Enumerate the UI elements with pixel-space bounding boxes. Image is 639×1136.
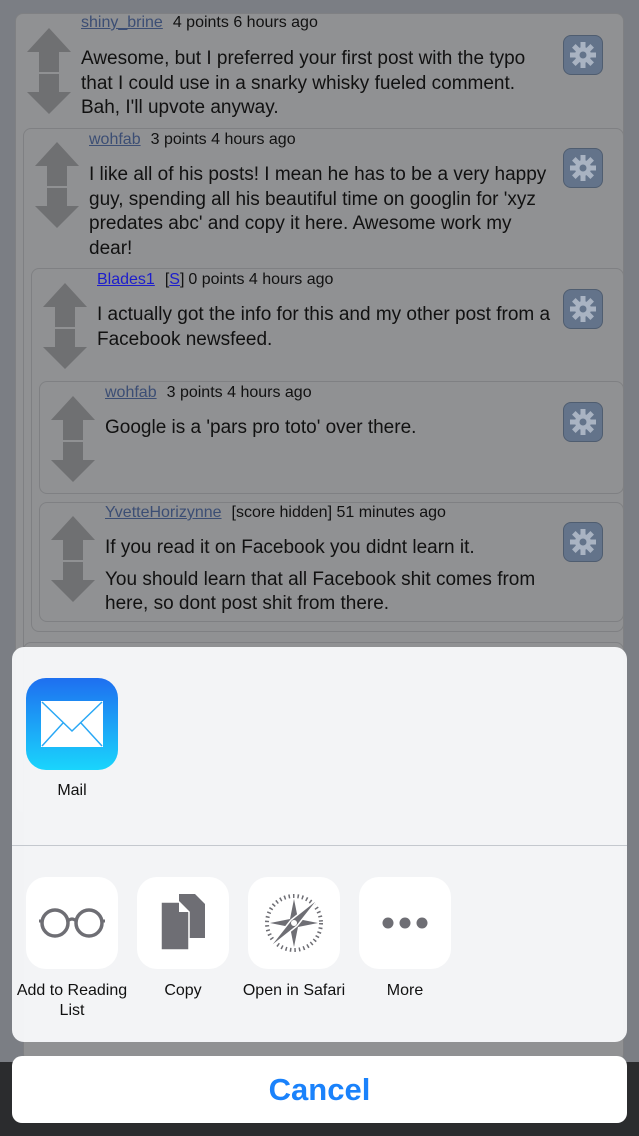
comment-meta: YvetteHorizynne [score hidden] 51 minutes…: [105, 504, 446, 522]
submitter-tag: [S]: [164, 271, 185, 288]
comment-options-gear-icon[interactable]: [563, 402, 603, 442]
action-label: More: [386, 982, 424, 999]
comment-score: 0 points: [188, 271, 245, 288]
comment-score: 3 points: [166, 384, 223, 401]
comment-meta: Blades1 [S] 0 points 4 hours ago: [97, 271, 333, 289]
comment-body: I like all of his posts! I mean he has t…: [89, 163, 555, 261]
comment-meta: wohfab 3 points 4 hours ago: [105, 384, 312, 402]
comment-time: 4 hours ago: [248, 271, 334, 288]
comment-meta: wohfab 3 points 4 hours ago: [89, 131, 296, 149]
more-icon: [382, 917, 428, 929]
action-open-in-safari[interactable]: [248, 877, 340, 969]
vote-arrows-icon[interactable]: [51, 516, 95, 602]
vote-arrows-icon[interactable]: [27, 28, 71, 114]
action-add-to-reading-list[interactable]: [26, 877, 118, 969]
comment-time: 4 hours ago: [227, 384, 312, 401]
compass-icon: [265, 894, 323, 952]
comment-time: 6 hours ago: [233, 14, 318, 31]
comment-body: I actually got the info for this and my …: [97, 303, 555, 352]
action-label: Open in Safari: [242, 982, 346, 999]
comment-body: If you read it on Facebook you didnt lea…: [105, 536, 555, 617]
glasses-icon: [39, 908, 105, 938]
comment-paragraph: I actually got the info for this and my …: [97, 304, 551, 350]
action-more[interactable]: [359, 877, 451, 969]
comment-time: 4 hours ago: [211, 131, 296, 148]
comment-options-gear-icon[interactable]: [563, 148, 603, 188]
comment-author-link[interactable]: wohfab: [89, 131, 141, 148]
share-app-mail-label: Mail: [57, 782, 87, 799]
comment-options-gear-icon[interactable]: [563, 289, 603, 329]
share-sheet: Mail Add to Reading List Copy Open in Sa…: [12, 647, 627, 1042]
comment-options-gear-icon[interactable]: [563, 522, 603, 562]
comment-body: Awesome, but I preferred your first post…: [81, 47, 555, 121]
comment-meta: shiny_brine 4 points 6 hours ago: [81, 14, 318, 32]
mail-icon: [41, 701, 103, 747]
comment-author-link[interactable]: wohfab: [105, 384, 157, 401]
comment-time: 51 minutes ago: [336, 504, 446, 521]
vote-arrows-icon[interactable]: [35, 142, 79, 228]
action-label: Add to Reading List: [16, 982, 128, 1019]
comment-body: Google is a 'pars pro toto' over there.: [105, 416, 555, 441]
action-copy[interactable]: [137, 877, 229, 969]
submitter-link[interactable]: S: [169, 271, 180, 288]
share-sheet-divider: [12, 845, 627, 846]
comment-score: 4 points: [172, 14, 229, 31]
comment-paragraph: If you read it on Facebook you didnt lea…: [105, 537, 475, 558]
vote-arrows-icon[interactable]: [43, 283, 87, 369]
comment-score: 3 points: [150, 131, 207, 148]
share-app-mail[interactable]: [26, 678, 118, 770]
comment-score: [score hidden]: [231, 504, 333, 521]
action-label: Copy: [164, 982, 202, 999]
cancel-button[interactable]: Cancel: [12, 1056, 627, 1123]
comment-author-link[interactable]: shiny_brine: [81, 14, 163, 31]
comment-author-link[interactable]: YvetteHorizynne: [105, 504, 222, 521]
comment-author-link[interactable]: Blades1: [97, 271, 155, 288]
comment-paragraph: Awesome, but I preferred your first post…: [81, 48, 526, 118]
comment-paragraph: I like all of his posts! I mean he has t…: [89, 164, 547, 259]
comment-options-gear-icon[interactable]: [563, 35, 603, 75]
vote-arrows-icon[interactable]: [51, 396, 95, 482]
comment-paragraph: Google is a 'pars pro toto' over there.: [105, 417, 417, 438]
comment-paragraph: You should learn that all Facebook shit …: [105, 568, 536, 615]
copy-icon: [161, 894, 205, 951]
